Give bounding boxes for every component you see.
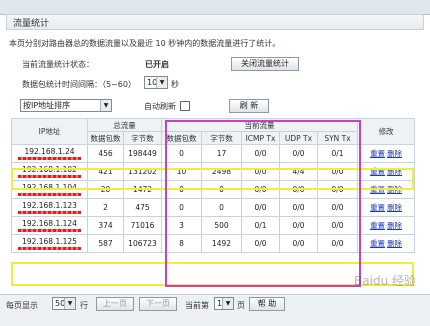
reset-link[interactable]: 重置 [370,149,385,158]
panel-title: 流量统计 [13,19,50,29]
modify-header: 修改 [357,118,416,145]
redacted-mac-bar [18,193,81,196]
ip-address: 192.168.1.124 [22,219,77,228]
modify-cell: 重置 删除 [357,216,416,235]
cell-pk-total: 2 [87,198,124,217]
redacted-mac-bar [18,247,81,250]
status-value: 已开启 [145,60,169,69]
reset-link[interactable]: 重置 [370,239,385,248]
sort-value: 按IP地址排序 [23,101,71,110]
page-prefix: 当前第 [185,301,209,310]
prev-page-button[interactable]: 上一页 [96,297,134,311]
reset-link[interactable]: 重置 [370,221,385,230]
per-page-unit: 行 [80,301,88,310]
modify-cell: 重置 删除 [357,198,416,217]
cell-pk-total: 456 [87,144,124,163]
page-suffix: 页 [237,301,245,310]
ip-cell: 192.168.1.24 [11,144,88,163]
help-button[interactable]: 帮 助 [249,297,285,311]
interval-select[interactable]: 10 ▼ [144,76,168,89]
cell-by-total: 475 [123,198,162,217]
total-traffic-header: 总流量 [87,118,162,132]
panel-title-bar: 流量统计 [6,14,424,30]
sort-select[interactable]: 按IP地址排序 ▼ [20,99,112,112]
chevron-down-icon: ▼ [64,298,75,309]
delete-link[interactable]: 删除 [387,239,402,248]
col-header: 字节数 [123,131,162,145]
ip-address: 192.168.1.125 [22,237,77,246]
cell-by-total: 106723 [123,234,162,253]
cell-by-total: 71016 [123,216,162,235]
auto-refresh-label: 自动刷新 [144,102,176,111]
browser-top-bar [0,0,430,15]
redacted-mac-bar [18,157,81,160]
redacted-mac-bar [18,229,81,232]
ip-cell: 192.168.1.124 [11,216,88,235]
interval-unit: 秒 [171,80,179,89]
cell-pk-total: 374 [87,216,124,235]
page-description: 本页分别对路由器总的数据流量以及最近 10 秒钟内的数据流量进行了统计。 [9,39,281,48]
ip-address: 192.168.1.123 [22,201,77,210]
page-select[interactable]: 1 ▼ [214,297,234,310]
cell-pk-total: 587 [87,234,124,253]
refresh-button[interactable]: 刷 新 [229,99,269,113]
status-label: 当前流量统计状态： [22,60,94,69]
interval-label: 数据包统计时间间隔：（5~60） [22,80,136,89]
delete-link[interactable]: 删除 [387,149,402,158]
delete-link[interactable]: 删除 [387,221,402,230]
chevron-down-icon: ▼ [222,298,233,309]
reset-link[interactable]: 重置 [370,203,385,212]
highlight-box-magenta [165,120,361,287]
auto-refresh-checkbox[interactable] [180,101,190,111]
per-page-select[interactable]: 50 ▼ [52,297,76,310]
per-page-label: 每页显示 [6,301,38,310]
redacted-mac-bar [18,211,81,214]
modify-cell: 重置 删除 [357,234,416,253]
delete-link[interactable]: 删除 [387,203,402,212]
modify-cell: 重置 删除 [357,144,416,163]
ip-cell: 192.168.1.125 [11,234,88,253]
chevron-down-icon: ▼ [100,100,111,111]
ip-cell: 192.168.1.123 [11,198,88,217]
watermark: Baidu 经验 [354,274,416,288]
chevron-down-icon: ▼ [156,77,167,88]
cell-by-total: 198449 [123,144,162,163]
next-page-button[interactable]: 下一页 [139,297,177,311]
col-ip-header: IP地址 [11,118,88,145]
col-header: 数据包数 [87,131,124,145]
toggle-stats-button[interactable]: 关闭流量统计 [231,57,299,71]
ip-address: 192.168.1.24 [24,147,75,156]
